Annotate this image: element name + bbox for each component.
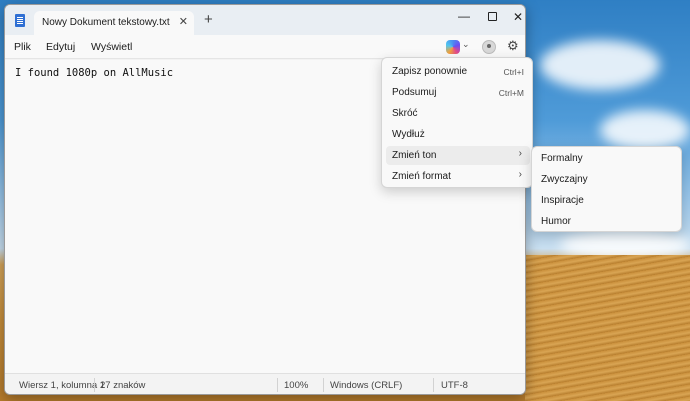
wallpaper-cloud <box>600 110 690 150</box>
editor-content: I found 1080p on AllMusic <box>15 67 174 79</box>
submenu-item-casual[interactable]: Zwyczajny <box>536 170 679 189</box>
tone-submenu: Formalny Zwyczajny Inspiracje Humor <box>531 146 682 232</box>
submenu-item-label: Formalny <box>541 153 583 164</box>
submenu-item-label: Zwyczajny <box>541 174 588 185</box>
copilot-icon[interactable] <box>446 40 460 54</box>
menu-item-change-format[interactable]: Zmień format › <box>386 167 530 186</box>
wallpaper-field <box>525 255 690 401</box>
chevron-down-icon[interactable]: ⌄ <box>462 39 470 50</box>
chevron-right-icon: › <box>518 169 522 180</box>
status-position: Wiersz 1, kolumna 1 <box>19 380 106 391</box>
account-icon[interactable] <box>482 40 496 54</box>
menu-item-lengthen[interactable]: Wydłuż <box>386 125 530 144</box>
menu-file[interactable]: Plik <box>14 41 31 53</box>
tab-title: Nowy Dokument tekstowy.txt <box>42 17 170 28</box>
menu-item-rewrite[interactable]: Zapisz ponownie Ctrl+I <box>386 62 530 81</box>
status-encoding: UTF-8 <box>441 380 468 391</box>
menu-item-label: Zmień format <box>392 171 451 182</box>
submenu-item-inspirational[interactable]: Inspiracje <box>536 191 679 210</box>
wallpaper-cloud <box>540 40 660 90</box>
title-bar: Nowy Dokument tekstowy.txt ✕ + — ✕ <box>5 5 525 35</box>
menu-item-label: Zmień ton <box>392 150 437 161</box>
close-icon[interactable]: ✕ <box>504 10 525 24</box>
status-divider <box>94 378 95 392</box>
status-divider <box>277 378 278 392</box>
status-line-endings: Windows (CRLF) <box>330 380 403 391</box>
menu-item-shortcut: Ctrl+I <box>503 67 524 77</box>
document-tab[interactable]: Nowy Dokument tekstowy.txt ✕ <box>34 11 194 35</box>
gear-icon[interactable]: ⚙ <box>507 38 519 54</box>
submenu-item-formal[interactable]: Formalny <box>536 149 679 168</box>
plus-icon[interactable]: + <box>204 12 213 27</box>
menu-item-label: Zapisz ponownie <box>392 66 468 77</box>
chevron-right-icon: › <box>518 148 522 159</box>
minimize-icon[interactable]: — <box>450 9 478 23</box>
menu-item-change-tone[interactable]: Zmień ton › <box>386 146 530 165</box>
submenu-item-label: Inspiracje <box>541 195 584 206</box>
submenu-item-humor[interactable]: Humor <box>536 212 679 231</box>
status-bar: Wiersz 1, kolumna 1 27 znaków 100% Windo… <box>5 373 525 394</box>
status-divider <box>323 378 324 392</box>
rewrite-context-menu: Zapisz ponownie Ctrl+I Podsumuj Ctrl+M S… <box>381 57 533 188</box>
notepad-app-icon <box>15 14 25 27</box>
submenu-item-label: Humor <box>541 216 572 227</box>
close-icon[interactable]: ✕ <box>179 15 188 28</box>
menu-item-shortcut: Ctrl+M <box>498 88 524 98</box>
menu-view[interactable]: Wyświetl <box>91 41 132 53</box>
menu-item-label: Wydłuż <box>392 129 425 140</box>
menu-edit[interactable]: Edytuj <box>46 41 75 53</box>
menu-item-summarize[interactable]: Podsumuj Ctrl+M <box>386 83 530 102</box>
status-zoom[interactable]: 100% <box>284 380 308 391</box>
menu-item-label: Podsumuj <box>392 87 437 98</box>
status-divider <box>433 378 434 392</box>
maximize-icon[interactable] <box>478 10 506 24</box>
status-char-count: 27 znaków <box>100 380 146 391</box>
menu-bar: Plik Edytuj Wyświetl ⌄ ⚙ <box>5 35 525 59</box>
menu-item-label: Skróć <box>392 108 418 119</box>
menu-item-shorten[interactable]: Skróć <box>386 104 530 123</box>
